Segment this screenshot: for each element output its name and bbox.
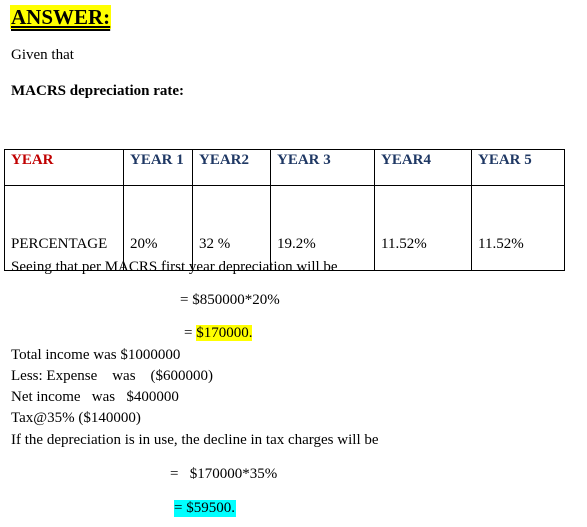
tax-saving-calc: = $170000*35% xyxy=(170,466,278,482)
depreciation-result-line: = $170000. xyxy=(184,325,253,342)
header-cell-year1: YEAR 1 xyxy=(123,149,193,186)
row-label-percentage: PERCENTAGE xyxy=(4,185,124,271)
header-cell-year: YEAR xyxy=(4,149,124,186)
header-cell-year2: YEAR2 xyxy=(192,149,271,186)
less-expense-text: Less: Expense was ($600000) xyxy=(11,368,214,384)
macrs-rate-table: YEAR YEAR 1 YEAR2 YEAR 3 YEAR4 YEAR 5 PE… xyxy=(4,149,565,271)
table-row-percentage: PERCENTAGE 20% 32 % 19.2% 11.52% 11.52% xyxy=(4,185,565,271)
tax-text: Tax@35% ($140000) xyxy=(11,410,141,426)
value-cell-year5: 11.52% xyxy=(471,185,565,271)
value-cell-year3: 19.2% xyxy=(270,185,375,271)
decline-text: If the depreciation is in use, the decli… xyxy=(11,432,379,448)
depreciation-result: $170000. xyxy=(196,325,253,341)
net-income-text: Net income was $400000 xyxy=(11,389,179,405)
value-cell-year2: 32 % xyxy=(192,185,271,271)
value-cell-year1: 20% xyxy=(123,185,193,271)
equals-sign: = xyxy=(184,325,197,341)
answer-heading: ANSWER: xyxy=(10,5,112,29)
seeing-text: Seeing that per MACRS first year depreci… xyxy=(11,259,338,275)
value-cell-year4: 11.52% xyxy=(374,185,472,271)
table-header-row: YEAR YEAR 1 YEAR2 YEAR 3 YEAR4 YEAR 5 xyxy=(4,149,565,186)
section-title: MACRS depreciation rate: xyxy=(11,83,185,99)
header-cell-year5: YEAR 5 xyxy=(471,149,565,186)
header-cell-year4: YEAR4 xyxy=(374,149,472,186)
tax-saving-result: = $59500. xyxy=(174,500,236,517)
depreciation-calc: = $850000*20% xyxy=(180,292,280,308)
intro-text: Given that xyxy=(11,47,74,63)
total-income-text: Total income was $1000000 xyxy=(11,347,181,363)
header-cell-year3: YEAR 3 xyxy=(270,149,375,186)
